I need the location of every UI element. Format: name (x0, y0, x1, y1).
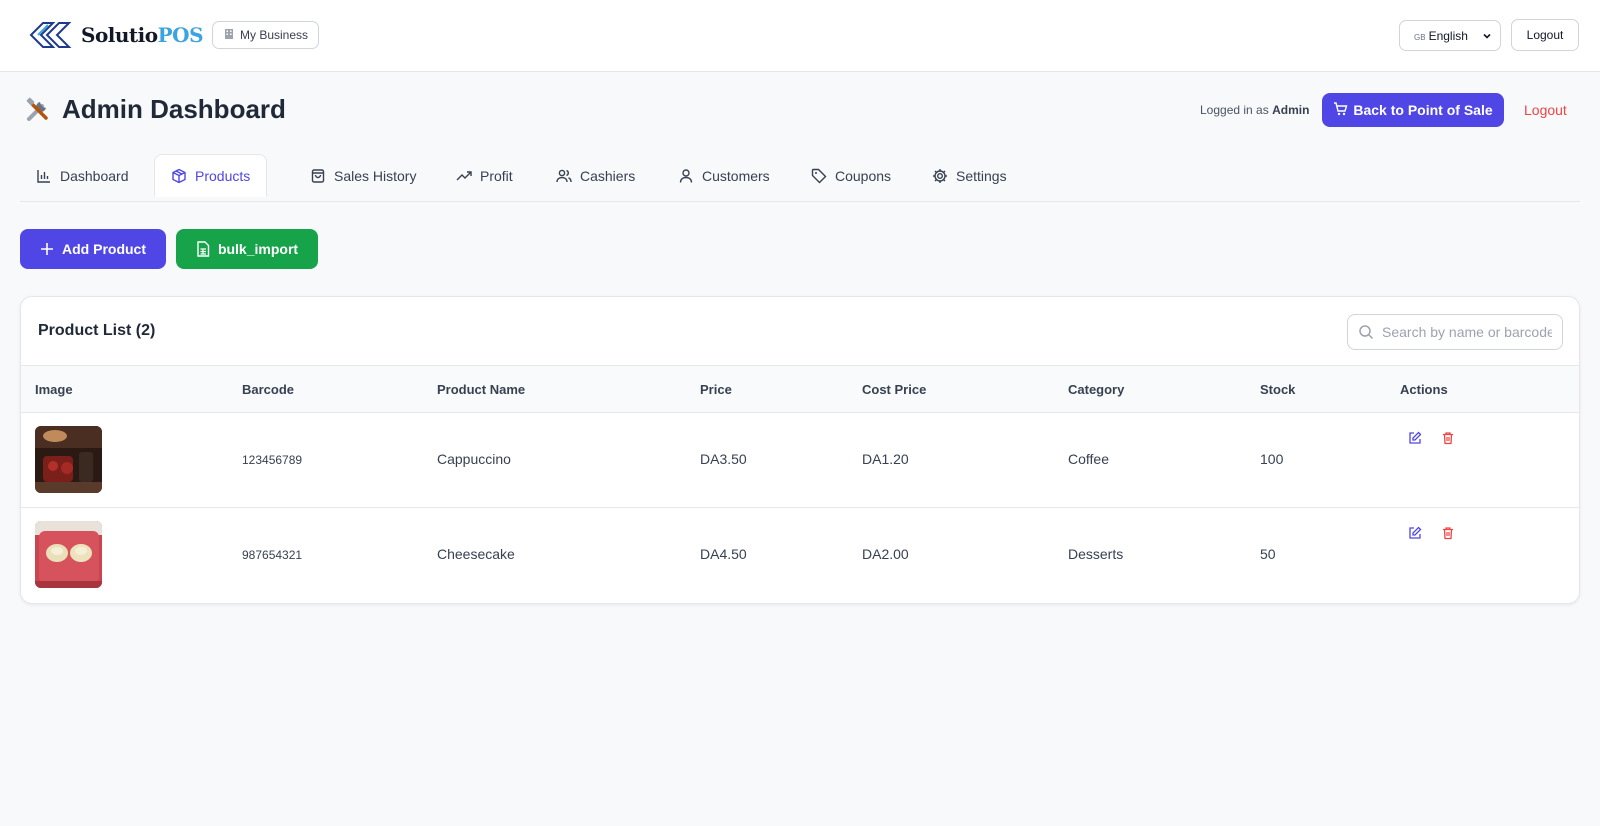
logged-in-info: Logged in as Admin (1200, 103, 1310, 117)
bar-chart-icon (37, 169, 50, 183)
tab-coupons[interactable]: Coupons (795, 154, 907, 197)
product-list-card: Product List (2) Image Barcode Product N… (20, 296, 1580, 604)
trash-icon (1443, 527, 1453, 540)
column-header: Stock (1260, 382, 1296, 397)
table-row: 987654321 Cheesecake DA4.50 DA2.00 Desse… (21, 508, 1579, 603)
edit-icon (1409, 526, 1422, 539)
edit-button[interactable] (1406, 429, 1424, 447)
add-product-label: Add Product (62, 241, 146, 257)
tag-icon (811, 168, 827, 183)
column-header: Price (700, 382, 732, 397)
column-header: Actions (1400, 382, 1448, 397)
tab-label: Sales History (334, 167, 417, 184)
gear-icon (933, 168, 947, 183)
page-header: Admin Dashboard (24, 94, 286, 125)
chevron-down-icon (1483, 33, 1491, 39)
brand-name: SolutioPOS (81, 23, 204, 47)
tab-label: Cashiers (580, 167, 636, 184)
product-image[interactable] (35, 426, 102, 493)
language-select[interactable]: GB English (1399, 20, 1501, 51)
tab-dashboard[interactable]: Dashboard (20, 154, 145, 197)
cost-price-cell: DA2.00 (862, 546, 909, 562)
tab-profit[interactable]: Profit (440, 154, 529, 197)
trending-up-icon (456, 170, 472, 180)
back-to-pos-label: Back to Point of Sale (1353, 102, 1493, 118)
delete-button[interactable] (1439, 524, 1457, 542)
product-list-title: Product List (2) (38, 322, 156, 339)
user-icon (679, 168, 693, 183)
column-header: Barcode (242, 382, 295, 397)
table-row: 123456789 Cappuccino DA3.50 DA1.20 Coffe… (21, 413, 1579, 508)
price-cell: DA4.50 (700, 546, 747, 562)
page-title: Admin Dashboard (62, 94, 286, 124)
bulk-import-label: bulk_import (217, 241, 299, 257)
cart-icon (1333, 101, 1348, 119)
trash-icon (1443, 432, 1453, 445)
language-value: English (1428, 28, 1468, 43)
delete-button[interactable] (1439, 429, 1457, 447)
logo-icon (29, 22, 72, 48)
shopping-bag-icon (311, 168, 325, 183)
my-business-label: My Business (240, 28, 309, 42)
top-logout-button[interactable]: Logout (1511, 19, 1579, 51)
stock-cell: 100 (1260, 451, 1284, 467)
barcode-cell: 987654321 (242, 548, 303, 562)
add-product-button[interactable]: Add Product (20, 229, 166, 269)
tab-bar: Dashboard Products Sales History Profit … (20, 154, 1580, 202)
flag-icon: GB (1414, 32, 1426, 42)
cost-price-cell: DA1.20 (862, 451, 909, 467)
stock-cell: 50 (1260, 546, 1276, 562)
plus-icon (41, 243, 53, 255)
product-name-cell: Cappuccino (437, 451, 511, 467)
category-cell: Desserts (1068, 546, 1124, 562)
tab-cashiers[interactable]: Cashiers (540, 154, 651, 197)
barcode-cell: 123456789 (242, 453, 303, 467)
edit-button[interactable] (1406, 524, 1424, 542)
header-logout-link[interactable]: Logout (1524, 102, 1567, 118)
logged-in-user: Admin (1272, 103, 1310, 117)
tab-label: Settings (956, 167, 1007, 184)
tab-sales-history[interactable]: Sales History (294, 154, 432, 197)
back-to-pos-button[interactable]: Back to Point of Sale (1322, 93, 1504, 127)
logo[interactable]: SolutioPOS (29, 20, 204, 50)
tab-settings[interactable]: Settings (916, 154, 1023, 197)
tab-customers[interactable]: Customers (662, 154, 786, 197)
bulk-import-button[interactable]: bulk_import (176, 229, 318, 269)
tab-label: Dashboard (60, 167, 129, 184)
tab-label: Coupons (835, 167, 892, 184)
column-header: Category (1068, 382, 1125, 397)
box-icon (172, 168, 186, 183)
price-cell: DA3.50 (700, 451, 747, 467)
top-bar: SolutioPOS My Business GB English Logout (0, 0, 1600, 72)
edit-icon (1409, 431, 1422, 444)
column-header: Image (35, 382, 73, 397)
tools-icon (26, 97, 48, 121)
product-name-cell: Cheesecake (437, 546, 515, 562)
search-box[interactable] (1347, 314, 1563, 350)
tab-products[interactable]: Products (154, 154, 268, 197)
table-header: Image Barcode Product Name Price Cost Pr… (21, 365, 1579, 413)
column-header: Cost Price (862, 382, 927, 397)
file-spreadsheet-icon (197, 241, 210, 257)
my-business-button[interactable]: My Business (212, 21, 320, 49)
product-image[interactable] (35, 521, 102, 588)
users-icon (556, 169, 572, 182)
building-icon (223, 28, 235, 43)
tab-label: Profit (480, 167, 513, 184)
category-cell: Coffee (1068, 451, 1109, 467)
tab-label: Products (195, 167, 251, 184)
search-input[interactable] (1382, 324, 1552, 340)
tab-label: Customers (702, 167, 770, 184)
column-header: Product Name (437, 382, 526, 397)
search-icon (1359, 325, 1374, 340)
